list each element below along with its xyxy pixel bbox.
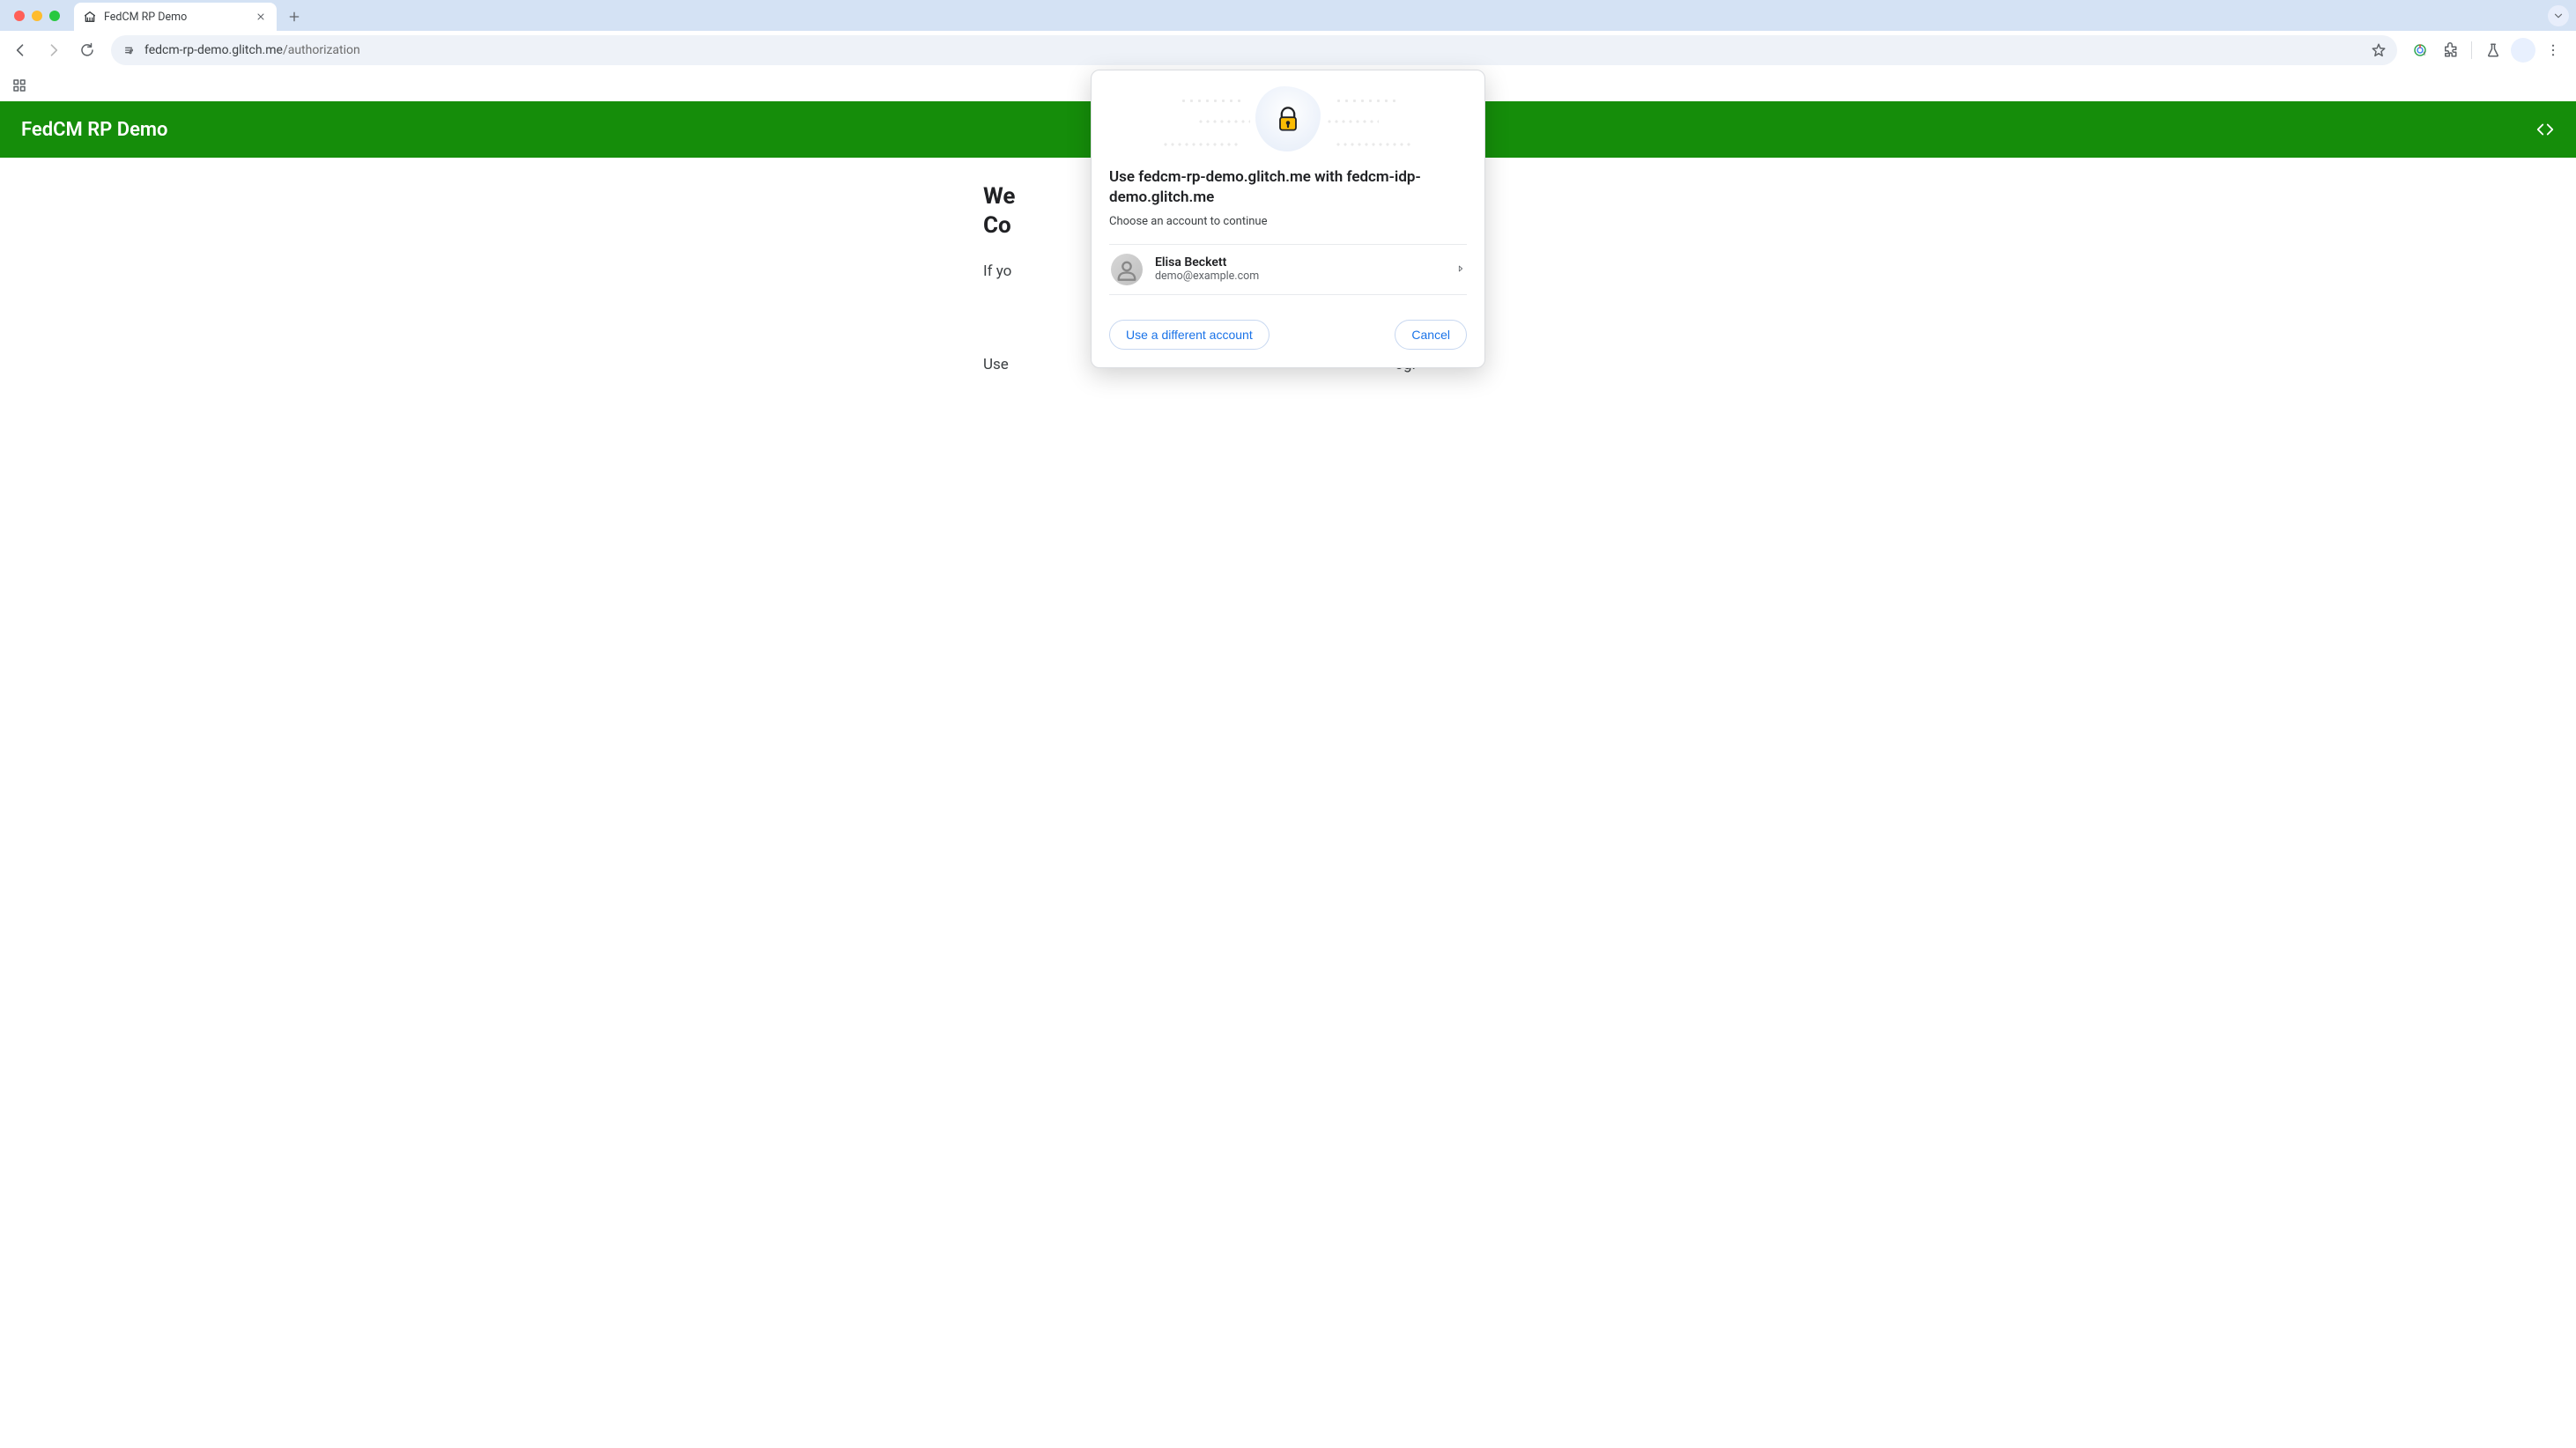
reload-button[interactable] xyxy=(72,35,102,65)
dialog-hero xyxy=(1092,70,1484,167)
tab-favicon-icon xyxy=(83,10,97,24)
tab-title: FedCM RP Demo xyxy=(104,11,247,24)
dialog-title: Use fedcm-rp-demo.glitch.me with fedcm-i… xyxy=(1109,167,1467,208)
page-header-title: FedCM RP Demo xyxy=(21,119,167,141)
bookmark-star-icon[interactable] xyxy=(2371,42,2387,58)
dialog-subtitle: Choose an account to continue xyxy=(1109,215,1467,228)
url-path: /authorization xyxy=(283,43,360,57)
extension-devtools-icon[interactable]: 1 xyxy=(2406,36,2434,64)
glitch-remix-icon[interactable] xyxy=(2535,120,2555,139)
extensions-icon[interactable] xyxy=(2436,36,2464,64)
browser-toolbar: fedcm-rp-demo.glitch.me/authorization 1 xyxy=(0,31,2576,70)
browser-tab[interactable]: FedCM RP Demo xyxy=(74,3,277,31)
account-text: Elisa Beckett demo@example.com xyxy=(1155,255,1444,283)
toolbar-actions: 1 xyxy=(2406,36,2571,64)
url-text: fedcm-rp-demo.glitch.me/authorization xyxy=(144,43,2362,57)
apps-shortcut-icon[interactable] xyxy=(7,73,32,98)
account-email: demo@example.com xyxy=(1155,270,1444,283)
lock-shield-icon xyxy=(1272,103,1304,135)
tab-close-button[interactable] xyxy=(254,10,268,24)
use-different-account-button[interactable]: Use a different account xyxy=(1109,320,1269,350)
cancel-button[interactable]: Cancel xyxy=(1395,320,1467,350)
account-list: Elisa Beckett demo@example.com xyxy=(1109,244,1467,295)
dialog-actions: Use a different account Cancel xyxy=(1109,295,1467,350)
svg-text:1: 1 xyxy=(2423,50,2426,57)
window-minimize-button[interactable] xyxy=(32,11,42,21)
forward-button[interactable] xyxy=(39,35,69,65)
account-name: Elisa Beckett xyxy=(1155,255,1444,270)
dialog-body: Use fedcm-rp-demo.glitch.me with fedcm-i… xyxy=(1092,167,1484,367)
chrome-menu-button[interactable] xyxy=(2539,36,2567,64)
window-close-button[interactable] xyxy=(14,11,25,21)
address-bar[interactable]: fedcm-rp-demo.glitch.me/authorization xyxy=(111,35,2397,65)
back-button[interactable] xyxy=(5,35,35,65)
tab-search-button[interactable] xyxy=(2548,5,2569,26)
url-host: fedcm-rp-demo.glitch.me xyxy=(144,43,283,57)
window-controls xyxy=(5,0,69,31)
tab-strip: FedCM RP Demo xyxy=(0,0,2576,31)
site-settings-icon[interactable] xyxy=(122,43,136,57)
new-tab-button[interactable] xyxy=(282,4,307,29)
window-zoom-button[interactable] xyxy=(49,11,60,21)
labs-icon[interactable] xyxy=(2479,36,2507,64)
account-avatar xyxy=(1111,254,1143,285)
fedcm-dialog: Use fedcm-rp-demo.glitch.me with fedcm-i… xyxy=(1091,70,1485,368)
chevron-right-icon xyxy=(1456,263,1465,276)
profile-button[interactable] xyxy=(2509,36,2537,64)
toolbar-divider xyxy=(2471,41,2472,59)
account-row[interactable]: Elisa Beckett demo@example.com xyxy=(1109,245,1467,294)
profile-avatar-icon xyxy=(2511,38,2535,63)
